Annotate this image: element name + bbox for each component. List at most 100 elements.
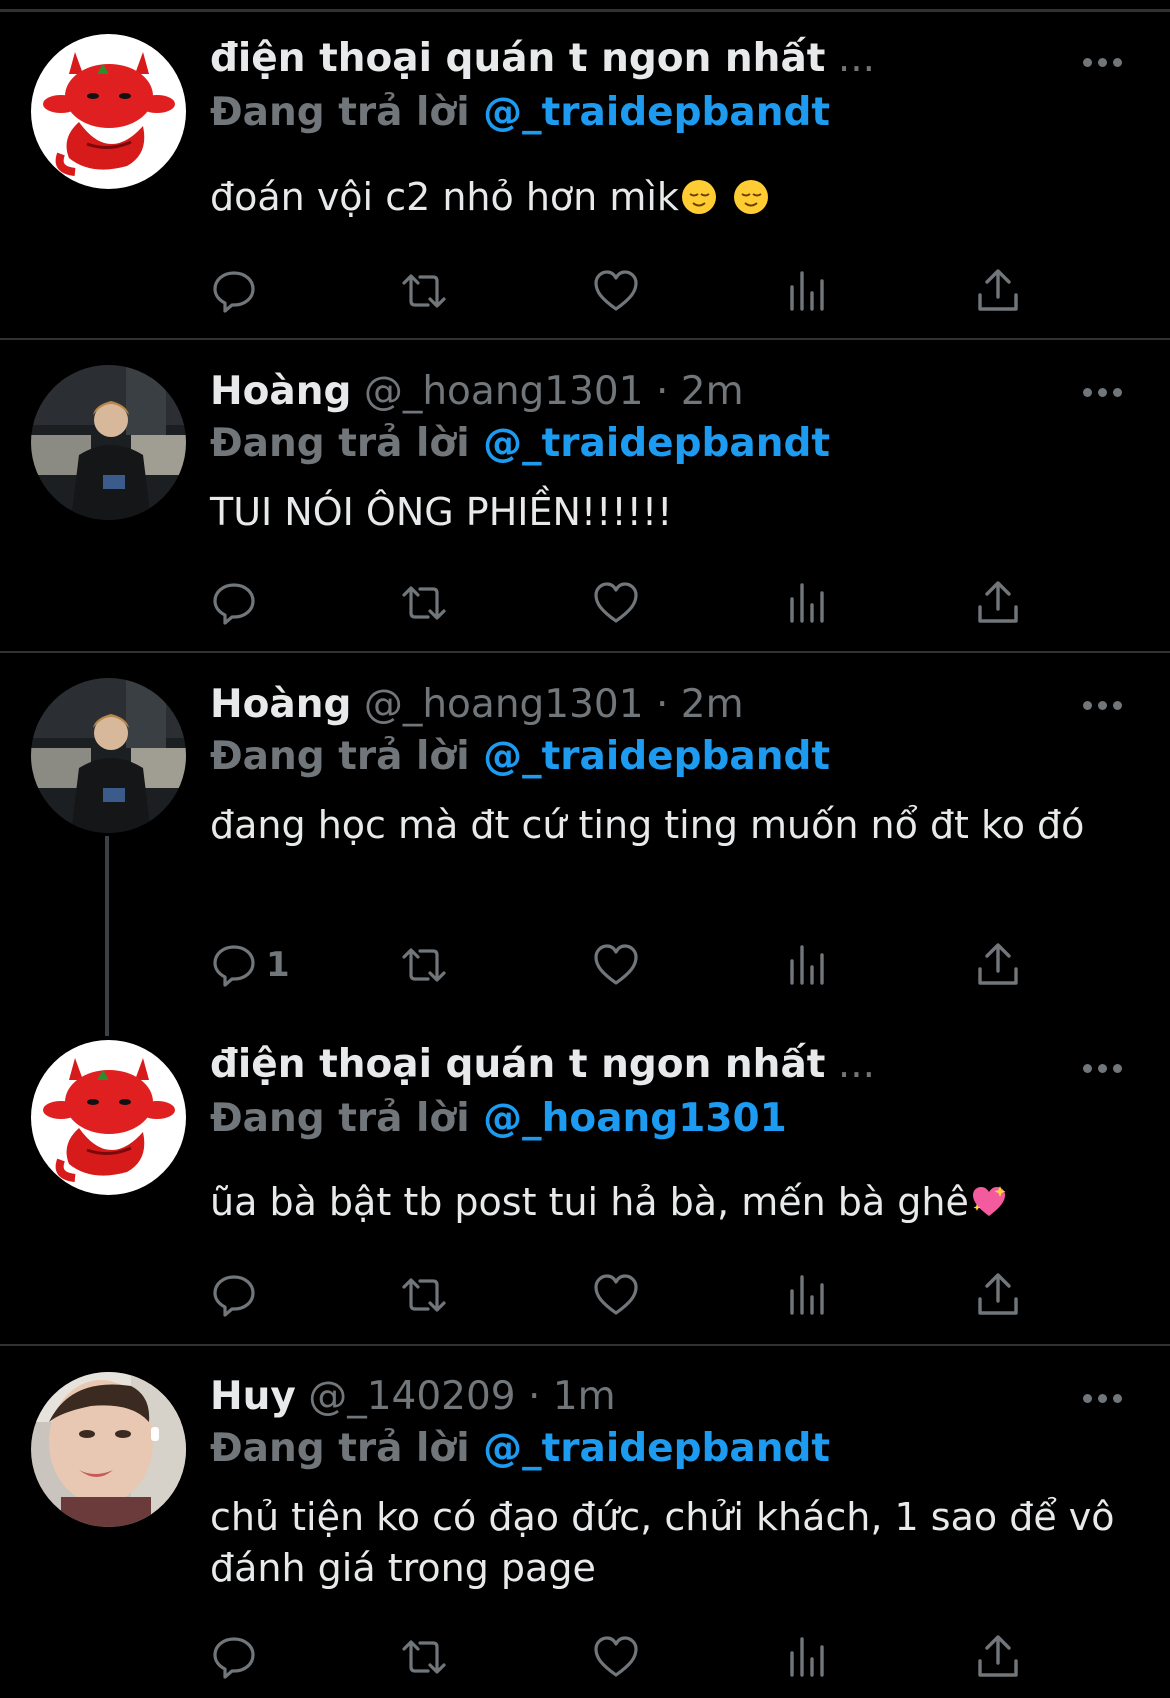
retweet-button[interactable]	[400, 266, 448, 316]
replying-to: Đang trả lời @_traidepbandt	[210, 419, 830, 469]
display-name[interactable]: điện thoại quán t ngon nhất	[210, 36, 825, 81]
reply-icon	[213, 583, 255, 625]
like-icon	[594, 1636, 638, 1677]
tweet-actions	[210, 578, 1060, 628]
tweet-header: điện thoại quán t ngon nhất ...	[210, 1040, 875, 1090]
retweet-button[interactable]	[400, 940, 448, 990]
reply-to-handle[interactable]: @_traidepbandt	[483, 90, 830, 135]
reply-count: 1	[266, 945, 290, 985]
analytics-icon	[790, 1275, 824, 1315]
more-icon[interactable]	[1083, 382, 1131, 402]
reply-icon	[213, 271, 255, 313]
share-icon	[978, 269, 1018, 311]
user-handle[interactable]: @_hoang1301	[364, 369, 644, 414]
analytics-icon	[790, 583, 824, 623]
tweet-header: điện thoại quán t ngon nhất ...	[210, 34, 875, 84]
avatar-red-devil[interactable]	[31, 1040, 186, 1195]
timestamp[interactable]: 2m	[681, 682, 744, 727]
analytics-button[interactable]	[784, 1632, 832, 1682]
share-button[interactable]	[974, 940, 1022, 990]
like-icon	[594, 1274, 638, 1315]
more-icon[interactable]	[1083, 52, 1131, 72]
reply-to-handle[interactable]: @_traidepbandt	[483, 421, 830, 466]
avatar-huy[interactable]	[31, 1372, 186, 1527]
tweet-text-content: ũa bà bật tb post tui hả bà, mến bà ghê	[210, 1180, 969, 1224]
retweet-icon	[402, 274, 446, 308]
tweet-header: Huy @_140209 · 1m	[210, 1372, 616, 1422]
retweet-icon	[402, 948, 446, 982]
like-icon	[594, 270, 638, 311]
share-icon	[978, 943, 1018, 985]
like-button[interactable]	[592, 1632, 640, 1682]
analytics-icon	[790, 271, 824, 311]
share-button[interactable]	[974, 266, 1022, 316]
reply-button[interactable]	[210, 1270, 258, 1320]
tweet-divider	[0, 1344, 1170, 1346]
share-icon	[978, 1635, 1018, 1677]
display-name[interactable]: Hoàng	[210, 369, 351, 414]
display-name[interactable]: Huy	[210, 1374, 296, 1419]
name-truncation: ...	[837, 1042, 876, 1087]
avatar-hoang[interactable]	[31, 365, 186, 520]
replying-to: Đang trả lời @_traidepbandt	[210, 88, 830, 138]
tweet-text: TUI NÓI ÔNG PHIỀN!!!!!!	[210, 487, 1140, 538]
like-button[interactable]	[592, 940, 640, 990]
display-name[interactable]: Hoàng	[210, 682, 351, 727]
retweet-button[interactable]	[400, 1632, 448, 1682]
separator-dot: ·	[528, 1374, 541, 1419]
user-handle[interactable]: @_140209	[308, 1374, 515, 1419]
analytics-button[interactable]	[784, 1270, 832, 1320]
tweet-header: Hoàng @_hoang1301 · 2m	[210, 367, 744, 417]
reply-button[interactable]: 1	[210, 940, 290, 990]
reply-button[interactable]	[210, 266, 258, 316]
like-button[interactable]	[592, 1270, 640, 1320]
reply-to-handle[interactable]: @_traidepbandt	[483, 734, 830, 779]
display-name[interactable]: điện thoại quán t ngon nhất	[210, 1042, 825, 1087]
tweet-actions	[210, 266, 1060, 316]
more-icon[interactable]	[1083, 695, 1131, 715]
reply-prefix: Đang trả lời	[210, 734, 470, 779]
reply-icon	[213, 945, 255, 987]
reply-prefix: Đang trả lời	[210, 1096, 470, 1141]
like-icon	[594, 944, 638, 985]
reply-button[interactable]	[210, 1632, 258, 1682]
reply-prefix: Đang trả lời	[210, 1426, 470, 1471]
tweet-text: đang học mà đt cứ ting ting muốn nổ đt k…	[210, 800, 1090, 851]
avatar-hoang[interactable]	[31, 678, 186, 833]
tweet-text: chủ tiện ko có đạo đức, chửi khách, 1 sa…	[210, 1492, 1140, 1594]
analytics-button[interactable]	[784, 578, 832, 628]
share-button[interactable]	[974, 1270, 1022, 1320]
like-icon	[594, 582, 638, 623]
retweet-icon	[402, 1640, 446, 1674]
share-button[interactable]	[974, 1632, 1022, 1682]
tweet-text: ũa bà bật tb post tui hả bà, mến bà ghê	[210, 1177, 1140, 1228]
tweet-actions	[210, 1632, 1060, 1682]
reply-to-handle[interactable]: @_traidepbandt	[483, 1426, 830, 1471]
tweet-text: đoán vội c2 nhỏ hơn mìk	[210, 172, 1140, 223]
tweet-text-content: đoán vội c2 nhỏ hơn mìk	[210, 175, 679, 219]
timestamp[interactable]: 1m	[553, 1374, 616, 1419]
like-button[interactable]	[592, 578, 640, 628]
user-handle[interactable]: @_hoang1301	[364, 682, 644, 727]
top-divider	[0, 9, 1170, 12]
more-icon[interactable]	[1083, 1388, 1131, 1408]
like-button[interactable]	[592, 266, 640, 316]
retweet-button[interactable]	[400, 1270, 448, 1320]
reply-icon	[213, 1637, 255, 1679]
name-truncation: ...	[837, 36, 876, 81]
reply-icon	[213, 1275, 255, 1317]
more-icon[interactable]	[1083, 1058, 1131, 1078]
avatar-red-devil[interactable]	[31, 34, 186, 189]
timestamp[interactable]: 2m	[681, 369, 744, 414]
analytics-button[interactable]	[784, 266, 832, 316]
tweet-text-content: TUI NÓI ÔNG PHIỀN!!!!!!	[210, 490, 673, 534]
reply-prefix: Đang trả lời	[210, 90, 470, 135]
reply-button[interactable]	[210, 578, 258, 628]
reply-to-handle[interactable]: @_hoang1301	[483, 1096, 787, 1141]
reply-prefix: Đang trả lời	[210, 421, 470, 466]
analytics-icon	[790, 945, 824, 985]
replying-to: Đang trả lời @_traidepbandt	[210, 732, 830, 782]
retweet-button[interactable]	[400, 578, 448, 628]
share-button[interactable]	[974, 578, 1022, 628]
analytics-button[interactable]	[784, 940, 832, 990]
